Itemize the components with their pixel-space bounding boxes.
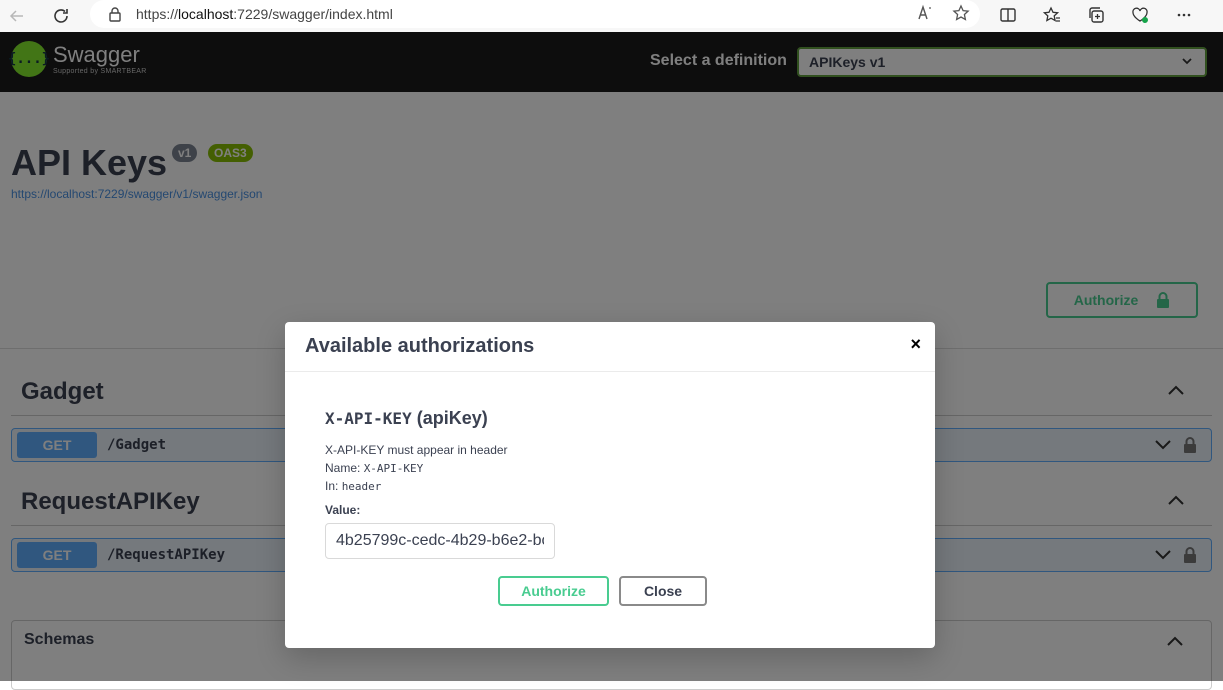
close-icon[interactable]: ×: [910, 334, 921, 355]
auth-in-line: In: header: [325, 479, 382, 493]
browser-essentials-icon[interactable]: [1122, 2, 1158, 28]
split-screen-icon[interactable]: [990, 2, 1026, 28]
read-aloud-icon[interactable]: [916, 4, 934, 22]
favorites-icon[interactable]: [1034, 2, 1070, 28]
dialog-close-button[interactable]: Close: [619, 576, 707, 606]
api-key-value-input[interactable]: [325, 523, 555, 559]
more-menu-icon[interactable]: [1166, 2, 1202, 28]
back-arrow-icon[interactable]: [2, 2, 32, 30]
auth-name-line: Name: X-API-KEY: [325, 461, 424, 475]
dialog-title: Available authorizations: [305, 335, 535, 357]
authorization-dialog: Available authorizations × X-API-KEY (ap…: [285, 322, 935, 648]
favorite-star-icon[interactable]: [952, 4, 970, 22]
reload-icon[interactable]: [46, 2, 76, 30]
auth-description: X-API-KEY must appear in header: [325, 443, 508, 457]
value-label: Value:: [325, 503, 361, 517]
url-text: https://localhost:7229/swagger/index.htm…: [136, 6, 393, 22]
address-bar[interactable]: https://localhost:7229/swagger/index.htm…: [90, 0, 980, 28]
collections-icon[interactable]: [1078, 2, 1114, 28]
dialog-authorize-button[interactable]: Authorize: [498, 576, 609, 606]
browser-toolbar: https://localhost:7229/swagger/index.htm…: [0, 0, 1223, 32]
lock-icon: [109, 7, 121, 22]
auth-scheme-name: X-API-KEY (apiKey): [325, 408, 488, 428]
